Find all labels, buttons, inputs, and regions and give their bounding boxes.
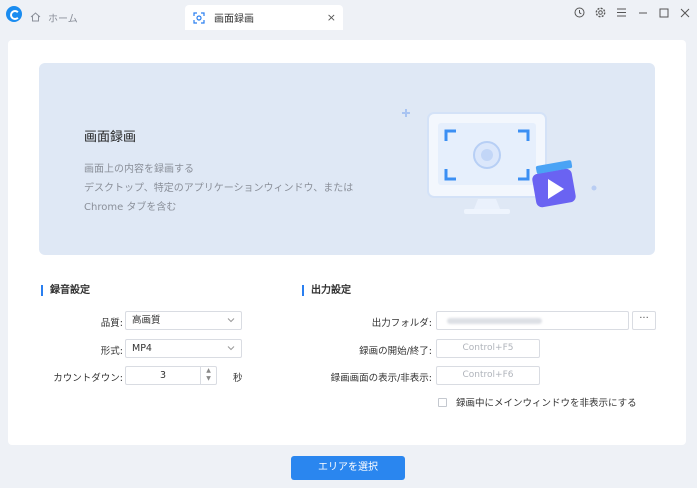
countdown-unit: 秒 — [233, 373, 243, 384]
chevron-down-icon — [227, 346, 235, 351]
output-settings-title: 出力設定 — [302, 285, 351, 296]
hide-window-checkbox[interactable] — [438, 397, 447, 407]
banner-desc-line: デスクトップ、特定のアプリケーションウィンドウ、または — [84, 183, 354, 194]
monitor-illustration-icon — [402, 109, 597, 214]
show-hide-label: 録画画面の表示/非表示: — [330, 373, 432, 384]
banner-desc-line: 画面上の内容を録画する — [84, 164, 194, 175]
format-select[interactable]: MP4 — [125, 339, 242, 358]
tab-home[interactable]: ホーム — [30, 5, 78, 29]
minimize-icon[interactable] — [636, 6, 649, 19]
banner-desc-line: Chrome タブを含む — [84, 202, 177, 213]
feature-banner: 画面録画 画面上の内容を録画する デスクトップ、特定のアプリケーションウィンドウ… — [39, 63, 655, 255]
hide-window-checkbox-label: 録画中にメインウィンドウを非表示にする — [456, 398, 637, 409]
banner-description: 画面上の内容を録画する デスクトップ、特定のアプリケーションウィンドウ、または … — [84, 160, 353, 217]
countdown-value: 3 — [159, 370, 167, 381]
history-icon[interactable] — [573, 6, 586, 19]
home-icon — [30, 12, 41, 22]
menu-icon[interactable] — [615, 6, 628, 19]
countdown-stepper[interactable]: 3 ▲ ▼ — [125, 366, 217, 385]
quality-select[interactable]: 高画質 — [125, 311, 242, 330]
start-stop-hotkey-field[interactable]: Control+F5 — [436, 339, 540, 358]
screen-record-icon — [193, 11, 205, 24]
select-area-button[interactable]: エリアを選択 — [291, 456, 405, 480]
chevron-down-icon — [227, 318, 235, 323]
format-value: MP4 — [132, 343, 152, 354]
tab-home-label: ホーム — [48, 13, 78, 25]
gear-icon[interactable] — [594, 6, 607, 19]
close-window-icon[interactable] — [678, 6, 691, 19]
maximize-icon[interactable] — [657, 6, 670, 19]
countdown-label: カウントダウン: — [53, 373, 123, 384]
start-stop-label: 録画の開始/終了: — [359, 346, 432, 357]
browse-folder-button[interactable]: ··· — [632, 311, 656, 330]
title-bar: ホーム 画面録画 × — [0, 0, 697, 33]
tab-screen-recording-label: 画面録画 — [214, 14, 254, 25]
folder-path-redacted — [447, 318, 542, 324]
app-logo-icon — [6, 6, 22, 22]
format-label: 形式: — [100, 346, 123, 357]
tab-screen-recording[interactable]: 画面録画 × — [185, 5, 343, 30]
banner-title: 画面録画 — [84, 130, 137, 145]
quality-value: 高画質 — [132, 315, 161, 326]
increment-icon[interactable]: ▲ — [201, 367, 216, 375]
show-hide-hotkey-field[interactable]: Control+F6 — [436, 366, 540, 385]
audio-settings-title: 録音設定 — [41, 285, 90, 296]
hide-window-option[interactable]: 録画中にメインウィンドウを非表示にする — [438, 395, 637, 409]
main-panel: 画面録画 画面上の内容を録画する デスクトップ、特定のアプリケーションウィンドウ… — [8, 40, 686, 445]
output-folder-label: 出力フォルダ: — [371, 318, 432, 329]
close-tab-icon[interactable]: × — [327, 11, 336, 24]
output-folder-field[interactable] — [436, 311, 629, 330]
decrement-icon[interactable]: ▼ — [201, 375, 216, 383]
quality-label: 品質: — [100, 318, 123, 329]
